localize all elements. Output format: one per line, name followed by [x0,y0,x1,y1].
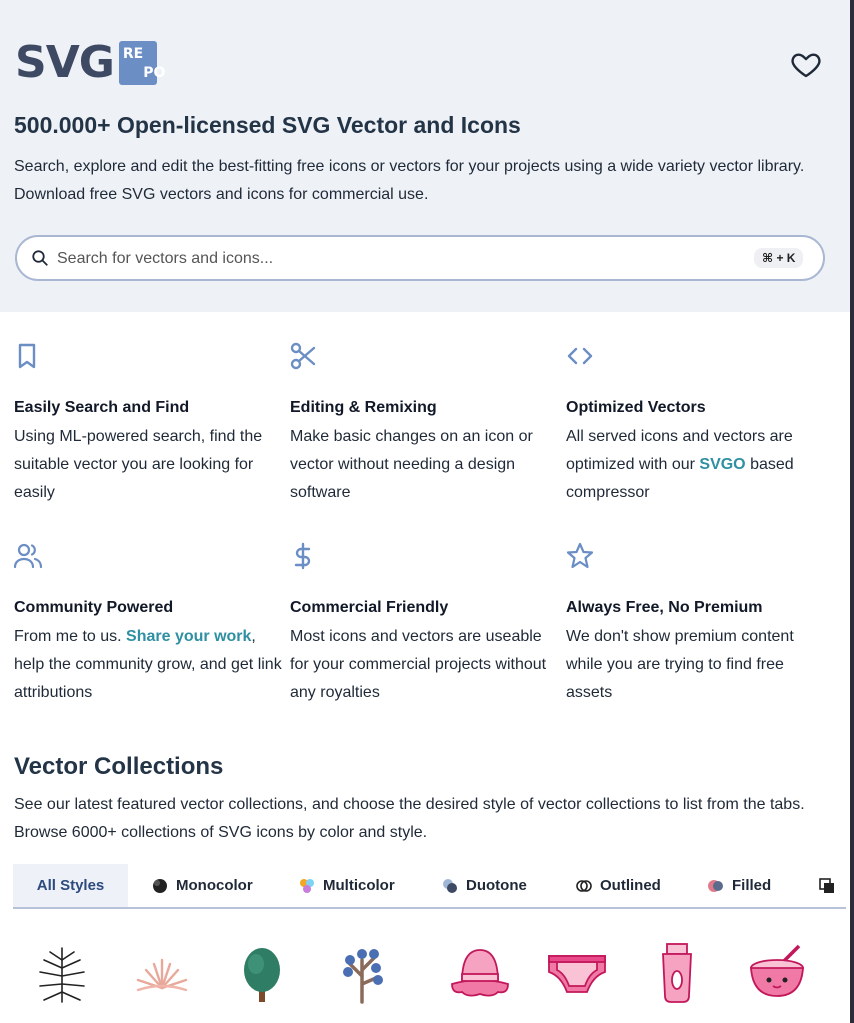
feature-title: Easily Search and Find [14,399,190,416]
collection-preview-row [0,940,850,1023]
feature-text: All served icons and vectors are optimiz… [566,428,794,501]
feature-text: From me to us. Share your work, help the… [14,628,282,701]
page-title: 500.000+ Open-licensed SVG Vector and Ic… [14,112,521,138]
svgo-link[interactable]: SVGO [699,456,745,473]
users-icon [13,543,43,569]
monocolor-icon [153,878,167,893]
dollar-icon [294,542,311,570]
feature-free: Always Free, No Premium We don't show pr… [566,542,834,707]
logo-repo-box: RE PO [118,41,165,85]
search-input[interactable] [57,245,737,273]
tab-multicolor[interactable]: Multicolor [299,864,395,907]
feature-title: Editing & Remixing [290,399,437,416]
window-edge [850,0,854,1023]
feature-text: We don't show premium content while you … [566,628,794,701]
feature-community: Community Powered From me to us. Share y… [13,542,282,707]
tab-filled[interactable]: Filled [708,864,771,907]
epilator-icon[interactable] [645,940,709,1004]
hero-section: SVG RE PO 500.000+ Open-licensed SVG Vec… [0,0,850,312]
star-icon [566,542,594,569]
bowl-face-icon[interactable] [745,940,809,1004]
tab-more[interactable] [819,864,843,907]
hero-description: Search, explore and edit the best-fittin… [14,158,805,203]
blue-berry-tree-icon[interactable] [330,940,394,1004]
collections-description: See our latest featured vector collectio… [14,796,805,841]
logo-text: SVG [15,37,115,88]
site-logo[interactable]: SVG RE PO [15,37,165,88]
outlined-icon [576,879,592,892]
filled-icon [708,879,723,892]
collections-title: Vector Collections [14,753,224,780]
bookmark-icon [18,343,36,369]
search-bar[interactable]: ⌘ + K [15,235,825,281]
tab-outlined[interactable]: Outlined [576,864,661,907]
feature-text: Most icons and vectors are useable for y… [290,628,547,701]
palm-leaf-icon[interactable] [30,940,94,1004]
heart-icon[interactable] [789,48,823,80]
diaper-icon[interactable] [545,940,609,1004]
feature-commercial: Commercial Friendly Most icons and vecto… [290,542,558,707]
tab-monocolor[interactable]: Monocolor [152,864,253,907]
logo-box-po: PO [143,64,166,81]
feature-title: Commercial Friendly [290,599,449,616]
code-icon [567,347,593,365]
feature-search: Easily Search and Find Using ML-powered … [14,342,282,507]
feature-text: Using ML-powered search, find the suitab… [14,428,263,501]
share-your-work-link[interactable]: Share your work [126,628,251,645]
green-tree-icon[interactable] [230,940,294,1004]
feature-optimized: Optimized Vectors All served icons and v… [566,342,834,507]
tab-all-styles[interactable]: All Styles [13,864,128,907]
feature-title: Optimized Vectors [566,399,706,416]
feature-title: Always Free, No Premium [566,599,763,616]
multicolor-icon [300,878,314,893]
keyboard-shortcut-badge: ⌘ + K [754,248,804,268]
style-tabs: All Styles Monocolor Multicolor Duotone … [13,864,846,909]
search-icon [32,250,48,266]
logo-box-re: RE [122,45,144,62]
layers-icon [819,877,834,893]
feature-text: Make basic changes on an icon or vector … [290,428,533,501]
tab-duotone[interactable]: Duotone [442,864,527,907]
feature-editing: Editing & Remixing Make basic changes on… [290,342,558,507]
pink-hat-icon[interactable] [448,940,512,1004]
coral-plant-icon[interactable] [130,940,194,1004]
feature-title: Community Powered [14,599,174,616]
scissors-icon [290,342,316,370]
duotone-icon [443,878,457,893]
